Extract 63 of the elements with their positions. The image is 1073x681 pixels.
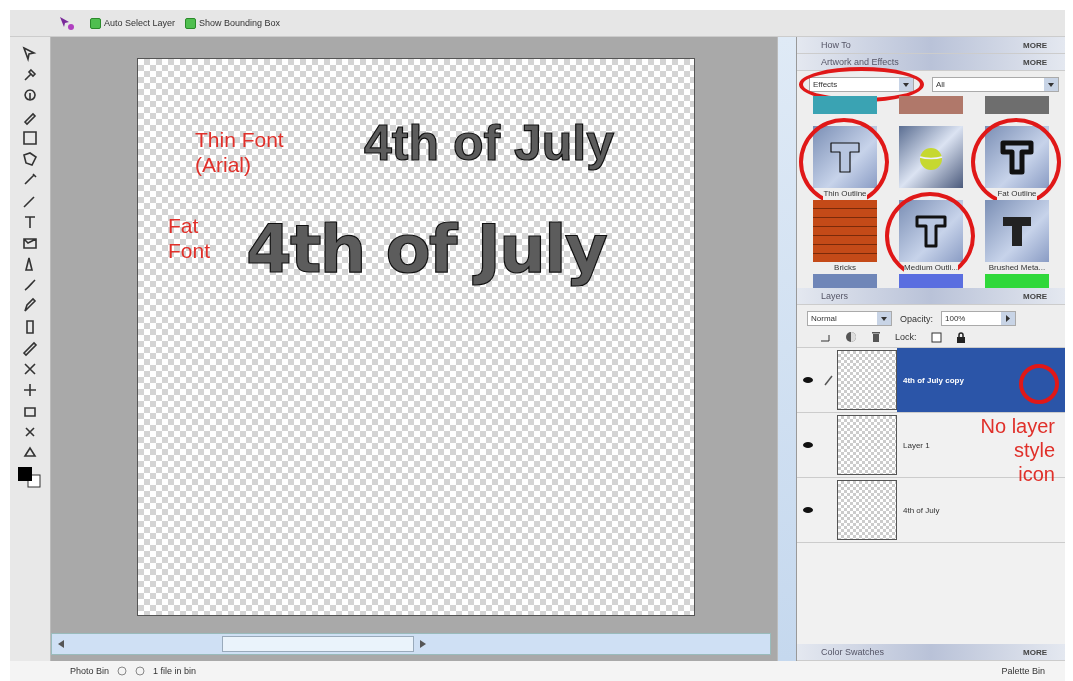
options-checkbox[interactable]: Show Bounding Box <box>185 17 281 29</box>
outlined-text: 4th of July <box>246 211 606 288</box>
layer-item[interactable]: 4th of July <box>897 503 944 517</box>
layer-item[interactable]: Layer 1 <box>897 438 934 452</box>
tool-icon[interactable] <box>21 45 39 63</box>
move-tool-icon[interactable] <box>58 15 76 31</box>
caret-icon[interactable] <box>877 312 891 325</box>
opacity-field[interactable]: 100% <box>941 311 1016 326</box>
ball-thumbnail[interactable] <box>899 126 963 188</box>
trash-icon[interactable] <box>871 331 881 343</box>
scroll-right-icon[interactable] <box>420 640 426 648</box>
layer-item[interactable]: 4th of July copy <box>897 348 1065 412</box>
effect-swatch[interactable] <box>813 96 877 114</box>
photo-bin-toggle[interactable]: Photo Bin <box>70 666 110 676</box>
effect-swatch[interactable] <box>985 274 1049 288</box>
layer-thumbnail <box>837 350 897 410</box>
file-count: 1 file in bin <box>153 666 197 676</box>
letter-t-thumbnail[interactable] <box>813 126 877 188</box>
palette-bin-toggle[interactable]: Palette Bin <box>1001 666 1045 676</box>
tool-icon[interactable] <box>21 129 39 147</box>
outlined-text: 4th of July <box>364 114 615 172</box>
eye-icon[interactable] <box>803 377 813 383</box>
palette-header[interactable]: How To MORE <box>797 37 1065 54</box>
caret-icon[interactable] <box>899 78 913 91</box>
effect-swatch[interactable] <box>813 274 877 288</box>
options-checkbox[interactable]: Auto Select Layer <box>90 17 176 29</box>
lock-icon[interactable] <box>955 331 966 343</box>
scroll-left-icon[interactable] <box>58 640 64 648</box>
layer-thumbnail <box>837 415 897 475</box>
annotation-text: Fat Font <box>168 213 211 264</box>
effect-swatch[interactable] <box>899 96 963 114</box>
tool-icon[interactable] <box>21 297 39 315</box>
blend-mode-dropdown[interactable]: Normal <box>807 311 892 326</box>
brick-texture-thumbnail[interactable] <box>813 200 877 262</box>
palette-header[interactable]: Color Swatches MORE <box>797 644 1065 661</box>
effect-label: Thin Outline <box>823 188 867 200</box>
layer-thumbnail <box>837 480 897 540</box>
effect-label: Medium Outli... <box>904 262 958 274</box>
caret-icon[interactable] <box>1044 78 1058 91</box>
eye-icon[interactable] <box>803 442 813 448</box>
annotation-text: No layer style icon <box>980 414 1055 486</box>
tool-icon[interactable] <box>21 150 39 168</box>
effect-label: Fat Outline <box>997 188 1037 200</box>
letter-t-thumbnail[interactable] <box>985 200 1049 262</box>
caret-icon[interactable] <box>1001 312 1015 325</box>
color-swatches-icon[interactable] <box>16 465 44 491</box>
annotation-text: Thin Font (Arial) <box>195 127 284 178</box>
letter-t-thumbnail[interactable] <box>899 200 963 262</box>
eye-icon[interactable] <box>803 507 813 513</box>
palette-header[interactable]: Artwork and Effects MORE <box>797 54 1065 71</box>
palette-header[interactable]: Layers MORE <box>797 288 1065 305</box>
vertical-scrollbar[interactable] <box>777 37 796 661</box>
filter-dropdown[interactable]: All <box>932 77 1059 92</box>
effect-swatch[interactable] <box>899 274 963 288</box>
opacity-label: Opacity: <box>900 313 933 324</box>
letter-t-thumbnail[interactable] <box>985 126 1049 188</box>
horizontal-scrollbar[interactable] <box>51 633 771 655</box>
tool-icon[interactable] <box>21 381 39 399</box>
category-dropdown[interactable]: Effects <box>809 77 914 92</box>
lock-label: Lock: <box>895 332 917 342</box>
tool-icon[interactable] <box>21 339 39 357</box>
adjustment-layer-icon[interactable] <box>845 331 857 343</box>
effect-swatch[interactable] <box>985 96 1049 114</box>
